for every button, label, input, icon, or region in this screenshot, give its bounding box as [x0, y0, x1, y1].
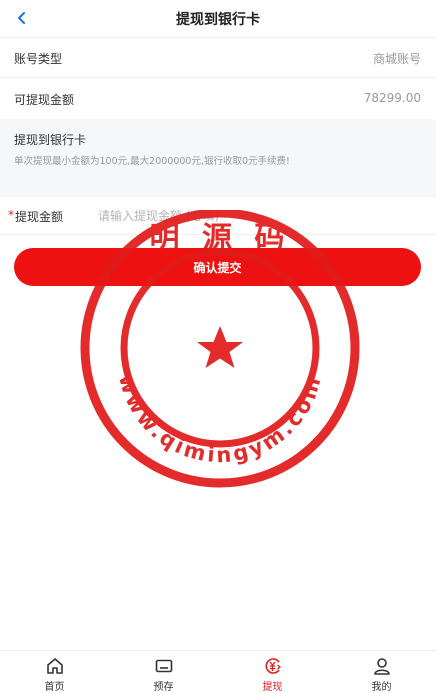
star-icon — [197, 326, 243, 368]
tab-deposit[interactable]: 预存 — [109, 651, 218, 693]
withdrawable-row: 可提现金额 78299.00 — [0, 79, 436, 119]
account-type-value: 商城账号 — [372, 52, 421, 66]
home-icon — [46, 658, 63, 674]
tab-mine-label: 我的 — [371, 682, 392, 693]
svg-text:www.qimingym.com: www.qimingym.com — [114, 371, 326, 467]
nav-bar: 提现到银行卡 — [0, 0, 436, 38]
withdrawable-label: 可提现金额 — [14, 93, 75, 107]
withdrawable-value: 78299.00 — [363, 91, 421, 105]
card-icon — [155, 659, 172, 673]
watermark-url: www.qimingym.com — [114, 371, 323, 467]
amount-row: * 提现金额 — [0, 197, 436, 235]
account-type-row: 账号类型 商城账号 — [0, 38, 436, 78]
tab-withdraw-label: 提现 — [262, 682, 283, 693]
amount-label: 提现金额 — [15, 210, 64, 224]
tab-mine[interactable]: 我的 — [327, 651, 436, 693]
bank-section: 提现到银行卡 单次提现最小金额为100元,最大2000000元,银行收取0元手续… — [0, 119, 436, 197]
bank-section-note: 单次提现最小金额为100元,最大2000000元,银行收取0元手续费! — [14, 156, 290, 167]
tab-bar: 首页 预存 提现 我的 — [0, 650, 436, 693]
required-mark: * — [8, 208, 14, 222]
page-title: 提现到银行卡 — [176, 12, 260, 28]
yuan-exchange-icon — [265, 658, 281, 674]
bank-section-title: 提现到银行卡 — [14, 133, 87, 147]
confirm-submit-button[interactable]: 确认提交 — [14, 248, 421, 286]
amount-input[interactable] — [98, 206, 298, 226]
tab-deposit-label: 预存 — [153, 682, 174, 693]
tab-withdraw[interactable]: 提现 — [218, 651, 327, 693]
tab-home-label: 首页 — [44, 682, 65, 693]
user-icon — [373, 658, 390, 675]
account-type-label: 账号类型 — [14, 52, 63, 66]
tab-home[interactable]: 首页 — [0, 651, 109, 693]
